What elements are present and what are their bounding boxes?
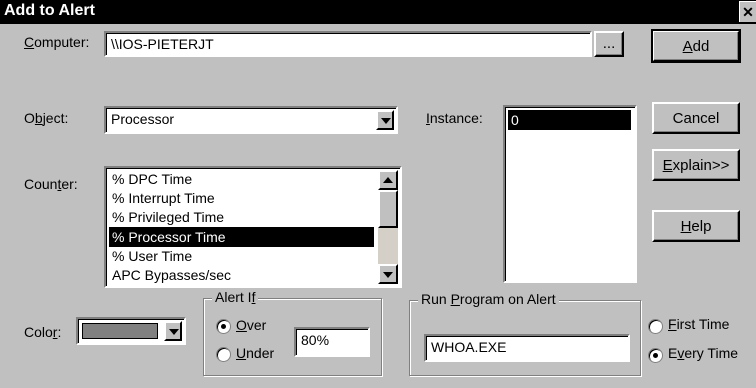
counter-list[interactable]: % DPC Time % Interrupt Time % Privileged… <box>104 166 402 288</box>
computer-label: Computer: <box>24 34 90 50</box>
add-button[interactable]: Add <box>651 29 741 63</box>
counter-item[interactable]: % Interrupt Time <box>109 188 374 208</box>
first-time-label[interactable]: First Time <box>668 316 729 332</box>
every-time-label[interactable]: Every Time <box>668 345 738 361</box>
under-label[interactable]: Under <box>236 345 274 361</box>
cancel-button[interactable]: Cancel <box>652 102 740 134</box>
run-program-group: Run Program on Alert WHOA.EXE <box>409 291 641 376</box>
object-value: Processor <box>111 111 175 127</box>
object-select[interactable]: Processor <box>104 106 398 134</box>
run-program-title: Run Program on Alert <box>418 291 559 307</box>
counter-item[interactable]: % Privileged Time <box>109 207 374 227</box>
color-swatch <box>82 323 158 339</box>
counter-item[interactable]: % DPC Time <box>109 169 374 189</box>
title-bar: Add to Alert ✕ <box>0 0 756 24</box>
counter-label: Counter: <box>24 176 78 192</box>
chevron-down-icon[interactable] <box>164 321 182 341</box>
over-label[interactable]: Over <box>236 317 266 333</box>
every-time-radio[interactable] <box>648 348 663 363</box>
instance-item[interactable]: 0 <box>508 110 631 130</box>
close-icon: ✕ <box>742 4 754 20</box>
add-to-alert-dialog: Add to Alert ✕ Computer: \\IOS-PIETERJT … <box>0 0 756 388</box>
help-button[interactable]: Help <box>652 210 740 242</box>
computer-value: \\IOS-PIETERJT <box>111 36 214 52</box>
alert-if-group: Alert If Over Under 80% <box>203 289 382 376</box>
under-radio[interactable] <box>216 347 231 362</box>
scroll-down-icon[interactable] <box>378 264 398 284</box>
chevron-down-icon[interactable] <box>376 110 394 130</box>
alert-if-title: Alert If <box>212 289 259 305</box>
run-program-input[interactable]: WHOA.EXE <box>424 334 630 362</box>
over-radio[interactable] <box>216 319 231 334</box>
instance-list[interactable]: 0 <box>503 105 637 283</box>
instance-label: Instance: <box>426 110 483 126</box>
computer-field[interactable]: \\IOS-PIETERJT <box>104 31 592 57</box>
counter-item[interactable]: APC Bypasses/sec <box>109 265 374 285</box>
counter-scrollbar[interactable] <box>378 170 398 284</box>
scroll-up-icon[interactable] <box>378 170 398 190</box>
counter-item-selected[interactable]: % Processor Time <box>109 227 374 247</box>
browse-computer-button[interactable]: ... <box>594 31 624 57</box>
close-button[interactable]: ✕ <box>739 1 756 22</box>
first-time-radio[interactable] <box>648 319 663 334</box>
explain-button[interactable]: Explain>> <box>652 149 740 181</box>
alert-threshold-input[interactable]: 80% <box>294 327 370 357</box>
object-label: Object: <box>24 110 69 126</box>
scroll-thumb[interactable] <box>378 190 398 228</box>
counter-item[interactable]: % User Time <box>109 246 374 266</box>
color-label: Color: <box>24 324 62 340</box>
window-title: Add to Alert <box>4 2 95 19</box>
color-select[interactable] <box>76 317 186 345</box>
